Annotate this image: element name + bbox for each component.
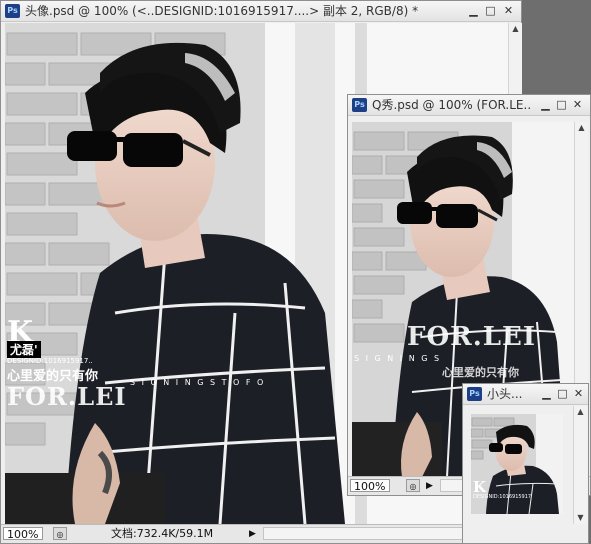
scroll-up-arrow-icon[interactable]: ▲ (509, 23, 522, 35)
second-window-title: Q秀.psd @ 100% (FOR.LE... (372, 98, 532, 112)
main-navigator-button[interactable]: ◎ (53, 527, 67, 540)
photoshop-icon: Ps (467, 387, 482, 401)
minimize-icon[interactable]: ▁ (538, 97, 553, 112)
status-menu-arrow-icon[interactable]: ▶ (426, 477, 433, 495)
photoshop-icon: Ps (5, 4, 20, 18)
main-spaced-line: S I G N I N G S T O F O (130, 378, 266, 387)
status-menu-arrow-icon[interactable]: ▶ (249, 525, 256, 543)
scroll-down-arrow-icon[interactable]: ▼ (574, 512, 587, 524)
scroll-up-arrow-icon[interactable]: ▲ (575, 122, 588, 134)
second-english-line: FOR.LEI (407, 322, 537, 352)
second-spaced-line: S I G N I N G S (354, 354, 442, 363)
scroll-up-arrow-icon[interactable]: ▲ (574, 406, 587, 418)
third-canvas[interactable]: K DESIGNID:1016915917 (471, 414, 563, 514)
third-vertical-scrollbar[interactable]: ▲ ▼ (573, 406, 587, 524)
maximize-icon[interactable]: □ (554, 97, 569, 112)
main-status-bar: 100% ◎ 文档:732.4K/59.1M ▶ (1, 524, 521, 543)
main-zoom-field[interactable]: 100% (3, 527, 43, 541)
third-document-window[interactable]: Ps 小头... ▁ □ ✕ K DESIGNID:1016915917 ▲ ▼ (462, 383, 589, 544)
second-chinese-line: 心里爱的只有你 (442, 366, 519, 379)
third-id-line: DESIGNID:1016915917 (473, 494, 532, 500)
minimize-icon[interactable]: ▁ (466, 3, 481, 18)
maximize-icon[interactable]: □ (555, 386, 570, 401)
main-name-tag: 尤磊' (7, 341, 41, 358)
close-icon[interactable]: ✕ (501, 3, 516, 18)
main-title-bar[interactable]: Ps 头像.psd @ 100% (<..DESIGNID:1016915917… (1, 1, 521, 22)
second-zoom-field[interactable]: 100% (350, 479, 390, 493)
close-icon[interactable]: ✕ (571, 386, 586, 401)
minimize-icon[interactable]: ▁ (539, 386, 554, 401)
main-id-line: DESIGNID:1016915917.. (7, 357, 93, 365)
third-title-bar[interactable]: Ps 小头... ▁ □ ✕ (463, 384, 588, 405)
main-document-info: 文档:732.4K/59.1M (111, 527, 214, 540)
photoshop-icon: Ps (352, 98, 367, 112)
second-navigator-button[interactable]: ◎ (406, 479, 420, 492)
maximize-icon[interactable]: □ (483, 3, 498, 18)
main-english-line: FOR.LEI (7, 382, 127, 411)
main-window-title: 头像.psd @ 100% (<..DESIGNID:1016915917...… (25, 4, 419, 18)
close-icon[interactable]: ✕ (570, 97, 585, 112)
third-window-title: 小头... (487, 387, 523, 401)
second-title-bar[interactable]: Ps Q秀.psd @ 100% (FOR.LE... ▁ □ ✕ (348, 95, 590, 116)
